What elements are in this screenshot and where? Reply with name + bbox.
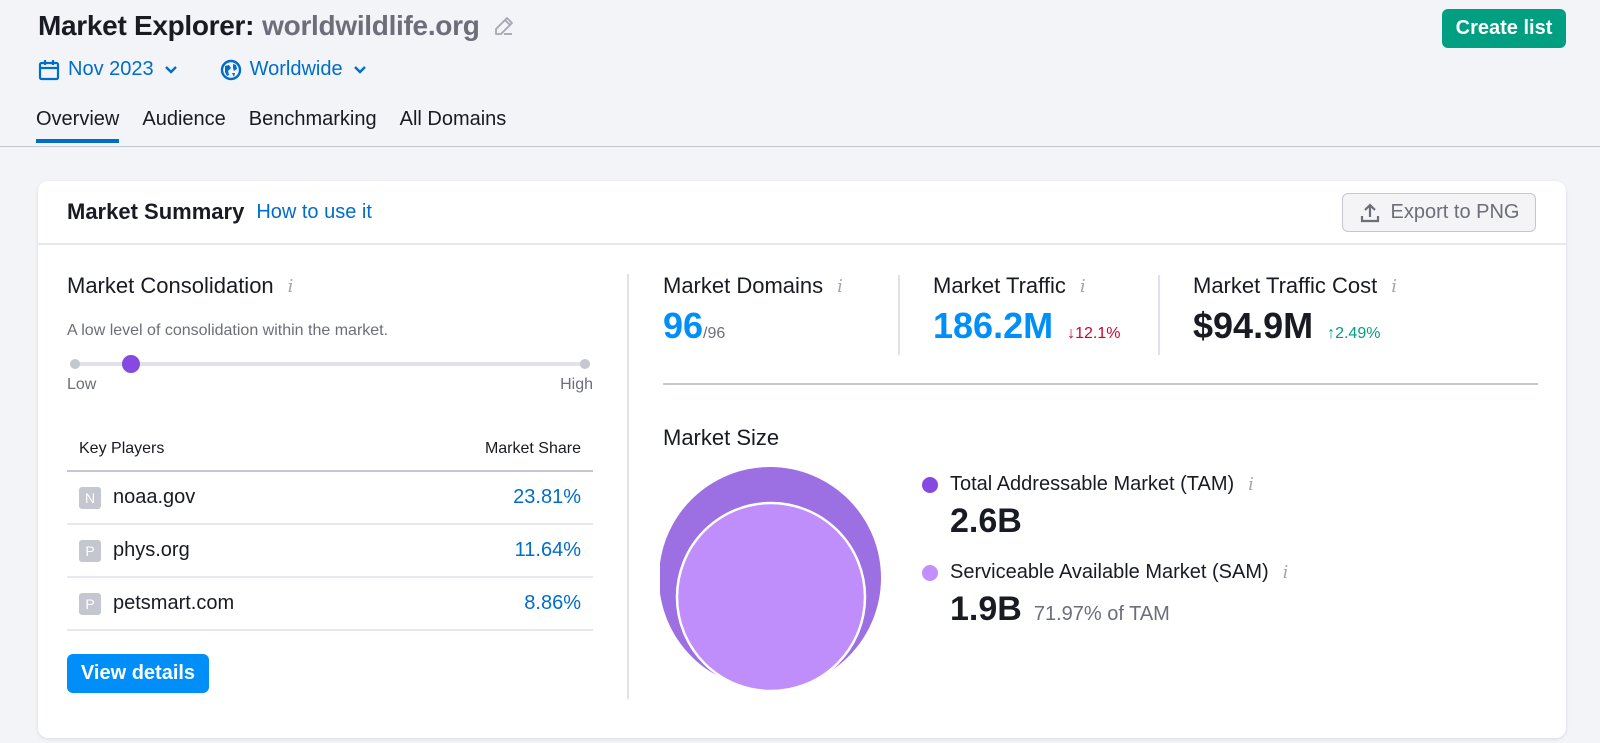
market-summary-card: Market Summary How to use it Export to P… <box>38 181 1566 738</box>
scale-low-label: Low <box>67 376 97 393</box>
legend-sam: Serviceable Available Market (SAM) i <box>922 561 1288 584</box>
chevron-down-icon <box>164 63 178 77</box>
export-png-button[interactable]: Export to PNG <box>1342 193 1536 232</box>
title-domain: worldwildlife.org <box>262 10 480 41</box>
favicon-icon: P <box>79 592 101 615</box>
metric-divider <box>1158 275 1160 355</box>
sam-pct-of-tam: 71.97% of TAM <box>1033 603 1170 625</box>
info-icon[interactable]: i <box>1248 474 1254 495</box>
info-icon[interactable]: i <box>288 276 294 297</box>
metric-value: $94.9M <box>1193 305 1314 346</box>
metrics-row: Market Domains i 96 /96 Market Traffic i… <box>663 273 1538 385</box>
title-prefix: Market Explorer: <box>38 10 255 41</box>
market-size-bubbles <box>660 467 881 693</box>
scale-level-marker <box>122 355 141 373</box>
sam-bubble <box>675 501 867 693</box>
table-row: N noaa.gov 23.81% <box>67 472 593 525</box>
metric-value: 186.2M <box>933 305 1054 346</box>
metric-market-traffic: Market Traffic i 186.2M ↓12.1% <box>933 273 1120 347</box>
metric-market-traffic-cost: Market Traffic Cost i $94.9M ↑2.49% <box>1193 273 1397 347</box>
consolidation-description: A low level of consolidation within the … <box>67 322 389 339</box>
metric-delta: ↓12.1% <box>1067 325 1120 343</box>
table-row: P phys.org 11.64% <box>67 525 593 578</box>
calendar-icon <box>38 59 60 81</box>
card-header: Market Summary How to use it Export to P… <box>38 181 1566 245</box>
view-details-button[interactable]: View details <box>67 654 209 693</box>
scale-labels: Low High <box>67 376 593 394</box>
arrow-up-icon: ↑ <box>1327 325 1336 342</box>
legend-tam: Total Addressable Market (TAM) i <box>922 473 1288 496</box>
page-title: Market Explorer: worldwildlife.org <box>38 10 516 42</box>
tab-benchmarking[interactable]: Benchmarking <box>249 108 377 143</box>
favicon-icon: P <box>79 539 101 562</box>
tab-all-domains[interactable]: All Domains <box>400 108 507 143</box>
consolidation-title-text: Market Consolidation <box>67 273 274 298</box>
sam-dot <box>922 564 938 581</box>
info-icon[interactable]: i <box>837 276 843 297</box>
scale-low-dot <box>70 359 80 369</box>
tab-bar: Overview Audience Benchmarking All Domai… <box>36 108 529 143</box>
metric-label: Market Traffic <box>933 273 1066 298</box>
info-icon[interactable]: i <box>1391 276 1397 297</box>
tabs-divider <box>0 146 1600 147</box>
region-filter-label: Worldwide <box>249 58 343 80</box>
upload-icon <box>1359 202 1381 224</box>
player-share: 8.86% <box>524 592 581 614</box>
arrow-down-icon: ↓ <box>1067 325 1076 342</box>
metric-market-domains: Market Domains i 96 /96 <box>663 273 843 347</box>
panel-divider <box>627 274 629 699</box>
delta-value: 2.49% <box>1335 325 1381 342</box>
tam-value-row: 2.6B <box>950 502 1288 541</box>
metric-label: Market Domains <box>663 273 824 298</box>
delta-value: 12.1% <box>1075 325 1121 342</box>
col-key-players: Key Players <box>79 440 165 457</box>
info-icon[interactable]: i <box>1080 276 1086 297</box>
scale-high-label: High <box>560 376 593 393</box>
sam-value: 1.9B <box>950 590 1022 628</box>
tab-overview[interactable]: Overview <box>36 108 120 143</box>
col-market-share: Market Share <box>484 440 581 457</box>
table-row: P petsmart.com 8.86% <box>67 578 593 631</box>
key-players-table: Key Players Market Share N noaa.gov 23.8… <box>67 440 593 631</box>
tam-dot <box>922 476 938 493</box>
consolidation-scale <box>67 354 593 374</box>
player-domain[interactable]: phys.org <box>113 539 190 562</box>
scale-high-dot <box>580 359 590 369</box>
page-header: Market Explorer: worldwildlife.org Creat… <box>0 0 1600 147</box>
info-icon[interactable]: i <box>1283 562 1289 583</box>
table-header: Key Players Market Share <box>67 440 593 472</box>
player-share: 23.81% <box>513 486 581 508</box>
market-size-legend: Total Addressable Market (TAM) i 2.6B Se… <box>922 473 1288 649</box>
consolidation-title: Market Consolidation i <box>67 273 593 299</box>
metric-total: /96 <box>703 325 726 342</box>
player-share: 11.64% <box>514 539 581 561</box>
tam-label: Total Addressable Market (TAM) <box>950 473 1235 495</box>
pencil-icon[interactable] <box>492 14 516 38</box>
sam-value-row: 1.9B 71.97% of TAM <box>950 590 1288 629</box>
sam-label: Serviceable Available Market (SAM) <box>950 561 1269 583</box>
player-domain[interactable]: noaa.gov <box>113 486 195 509</box>
metric-label: Market Traffic Cost <box>1193 273 1378 298</box>
date-filter-label: Nov 2023 <box>68 58 154 80</box>
tab-audience[interactable]: Audience <box>142 108 225 143</box>
market-size-title: Market Size <box>663 425 780 450</box>
globe-icon <box>220 59 242 81</box>
how-to-use-link[interactable]: How to use it <box>256 201 372 224</box>
metric-divider <box>898 275 900 355</box>
date-filter-dropdown[interactable]: Nov 2023 <box>38 58 178 81</box>
favicon-icon: N <box>79 486 101 509</box>
region-filter-dropdown[interactable]: Worldwide <box>220 58 367 81</box>
export-label: Export to PNG <box>1390 201 1520 223</box>
player-domain[interactable]: petsmart.com <box>113 592 234 615</box>
metric-delta: ↑2.49% <box>1327 325 1380 343</box>
card-title: Market Summary <box>67 199 245 224</box>
consolidation-panel: Market Consolidation i A low level of co… <box>67 273 593 693</box>
filters-bar: Nov 2023 Worldwide <box>38 58 409 81</box>
tam-value: 2.6B <box>950 502 1022 540</box>
metric-value[interactable]: 96 <box>663 305 703 347</box>
scale-track <box>75 362 585 366</box>
create-list-button[interactable]: Create list <box>1442 9 1566 48</box>
chevron-down-icon <box>353 63 367 77</box>
